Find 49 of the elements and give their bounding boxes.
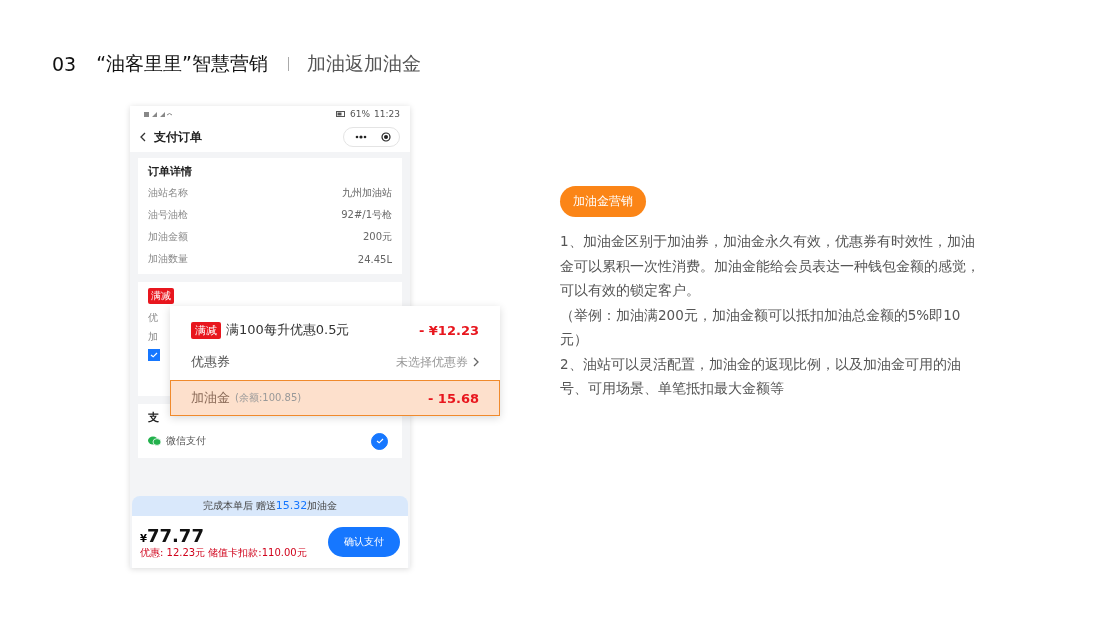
back-icon[interactable] <box>140 132 146 142</box>
reward-text: 完成本单后 赠送15.32加油金 <box>202 499 338 513</box>
more-icon[interactable] <box>355 135 367 139</box>
discount-badge: 满减 <box>148 288 174 304</box>
radio-button[interactable] <box>371 432 388 450</box>
signal-icon <box>144 110 172 118</box>
row-label: 加油数量 <box>148 252 188 266</box>
row-label: 加 <box>148 330 158 344</box>
chevron-right-icon[interactable] <box>473 357 479 367</box>
row-value: 92#/1号枪 <box>341 208 392 222</box>
row-label: 油号油枪 <box>148 208 188 222</box>
page-subtitle: 加油返加油金 <box>306 51 421 76</box>
close-target-icon[interactable] <box>381 132 391 142</box>
explanation-paragraph: 1、加油金区别于加油券，加油金永久有效，优惠券有时效性，加油金可以累积一次性消费。加油金能给会员表达一种钱包金额的感觉，可以有效的锁定客户。 <box>560 232 981 300</box>
page-title: “油客里里”智慧营销 <box>96 51 268 76</box>
feature-tag: 加油金营销 <box>560 186 646 217</box>
highlighted-row[interactable]: 加油金 (余额:100.85) - 15.68 <box>170 380 500 416</box>
explanation-paragraph: 2、油站可以灵活配置，加油金的返现比例，以及加油金可用的油号、可用场景、单笔抵扣最大金额等 <box>560 354 962 398</box>
checkbox[interactable] <box>148 349 160 361</box>
row-value: 九州加油站 <box>342 186 392 200</box>
row-label: 加油金额 <box>148 230 188 244</box>
row-value[interactable]: 未选择优惠券 <box>396 353 468 371</box>
section-number: 03 <box>52 53 77 75</box>
card-title: 订单详情 <box>148 164 192 180</box>
discount-badge: 满减 <box>191 321 221 339</box>
battery-level: 61% <box>350 109 371 119</box>
explanation-paragraph: （举例：加油满200元，加油金额可以抵扣加油总金额的5%即10元） <box>560 305 962 349</box>
row-label: 优 <box>148 311 158 325</box>
row-label: 满100每升优惠0.5元 <box>226 321 350 339</box>
check-icon <box>375 438 384 444</box>
row-value: 200元 <box>362 230 392 244</box>
status-time: 11:23 <box>374 109 400 119</box>
currency-sign: ¥ <box>140 532 147 544</box>
row-label: 加油金 <box>191 389 230 407</box>
row-label: 油站名称 <box>148 186 188 200</box>
row-value: - ¥12.23 <box>418 322 479 338</box>
check-icon <box>150 352 158 358</box>
card-title: 支 <box>148 410 159 426</box>
total-amount: 77.77 <box>146 524 204 546</box>
chat-bubbles-icon <box>148 436 161 446</box>
battery-icon <box>336 111 347 117</box>
row-value: - 15.68 <box>427 390 479 406</box>
row-label: 优惠券 <box>191 353 230 371</box>
confirm-button[interactable]: 确认支付 <box>328 527 400 557</box>
balance-note: (余额:100.85) <box>235 391 302 405</box>
payment-method[interactable]: 微信支付 <box>166 434 206 448</box>
discount-note: 优惠: 12.23元 储值卡扣款:110.00元 <box>140 545 307 560</box>
screen-title: 支付订单 <box>154 128 202 146</box>
row-value: 24.45L <box>357 253 392 265</box>
